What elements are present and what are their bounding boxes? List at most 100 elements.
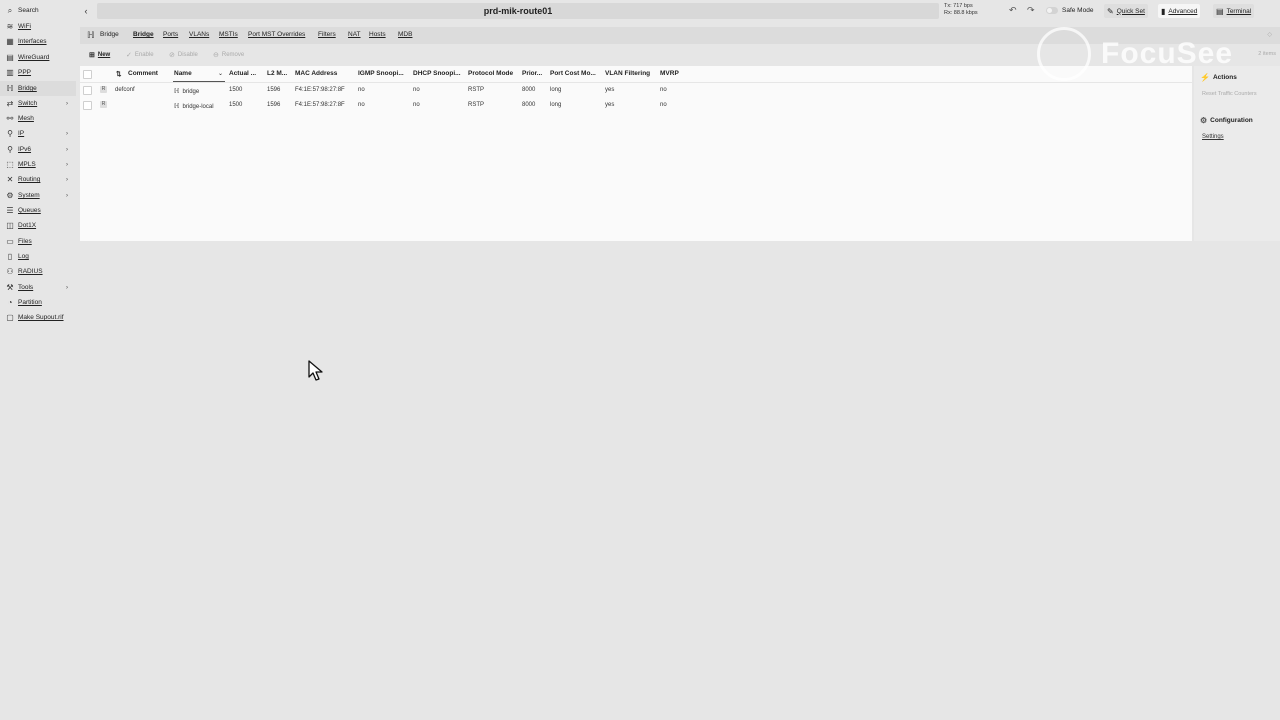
pin-icon[interactable]: ◇ (1267, 31, 1272, 38)
enable-button[interactable]: ✓ Enable (126, 51, 154, 59)
sidebar-item-ipv6[interactable]: ⚲ IPv6 › (0, 142, 76, 157)
cell-vlan-filtering: yes (605, 102, 615, 108)
sort-desc-icon[interactable]: ⌄ (218, 70, 223, 77)
safe-mode-toggle[interactable] (1046, 7, 1058, 14)
sidebar-item-radius[interactable]: ⚇ RADIUS (0, 264, 76, 279)
routing-icon: ✕ (6, 175, 14, 184)
tab-hosts[interactable]: Hosts (369, 31, 386, 38)
advanced-icon: ▮ (1161, 6, 1166, 16)
back-icon[interactable]: ‹ (80, 4, 92, 18)
terminal-button[interactable]: ▤ Terminal (1213, 4, 1255, 18)
bridge-icon: ℍ (174, 103, 180, 110)
col-dhcp-snooping[interactable]: DHCP Snoopi... (413, 70, 461, 77)
chevron-right-icon: › (66, 146, 68, 153)
log-icon: ▯ (7, 252, 13, 261)
tools-icon: ⚒ (6, 283, 14, 292)
sidebar-item-mpls[interactable]: ⬚ MPLS › (0, 157, 76, 172)
sort-icon[interactable]: ⇅ (116, 70, 121, 78)
radius-icon: ⚇ (6, 267, 14, 276)
sidebar-item-mesh[interactable]: ⚯ Mesh (0, 111, 76, 126)
settings-link[interactable]: Settings (1202, 134, 1224, 140)
mpls-icon: ⬚ (6, 160, 14, 169)
ipv6-icon: ⚲ (7, 145, 13, 154)
tab-bridge[interactable]: Bridge (133, 31, 154, 38)
cell-priority: 8000 (522, 102, 536, 108)
table-row[interactable]: R defconf ℍbridge 1500 1596 F4:1E:57:98:… (80, 83, 1192, 98)
system-icon: ⚙ (6, 191, 14, 200)
rx-rate: Rx: 88.8 kbps (944, 10, 978, 16)
col-mvrp[interactable]: MVRP (660, 70, 679, 77)
reset-traffic-counters-link[interactable]: Reset Traffic Counters (1202, 91, 1257, 97)
plus-icon: ⊞ (89, 52, 95, 59)
configuration-icon: ⚙ (1200, 116, 1208, 125)
wand-icon: ✎ (1107, 6, 1114, 16)
quick-set-button[interactable]: ✎ Quick Set (1104, 4, 1148, 18)
sidebar-item-wifi[interactable]: ≋ WiFi (0, 19, 76, 34)
new-button[interactable]: ⊞ New (89, 51, 110, 59)
cell-name: ℍbridge-local (174, 103, 214, 110)
cell-priority: 8000 (522, 87, 536, 93)
sidebar-item-files[interactable]: ▭ Files (0, 234, 76, 249)
sidebar-item-switch[interactable]: ⇄ Switch › (0, 96, 76, 111)
col-mac-address[interactable]: MAC Address (295, 70, 337, 77)
col-port-cost-mode[interactable]: Port Cost Mo... (550, 70, 596, 77)
row-checkbox[interactable] (83, 101, 92, 110)
dot1x-icon: ◫ (6, 221, 14, 230)
sidebar-item-make-supout[interactable]: ▢ Make Supout.rif (0, 310, 76, 325)
menu-title: Bridge (100, 31, 119, 38)
advanced-button[interactable]: ▮ Advanced (1158, 4, 1201, 18)
tab-nat[interactable]: NAT (348, 31, 361, 38)
col-protocol-mode[interactable]: Protocol Mode (468, 70, 513, 77)
interfaces-icon: ▦ (6, 37, 14, 46)
sidebar-item-log[interactable]: ▯ Log (0, 249, 76, 264)
sidebar-item-ip[interactable]: ⚲ IP › (0, 126, 76, 141)
cell-protocol: RSTP (468, 87, 485, 93)
focusee-logo-icon (1037, 27, 1091, 81)
switch-icon: ⇄ (6, 99, 14, 108)
col-actual-mtu[interactable]: Actual ... (229, 70, 256, 77)
table-row[interactable]: R ℍbridge-local 1500 1596 F4:1E:57:98:27… (80, 98, 1192, 113)
bridge-icon: ℍ (174, 88, 180, 95)
chevron-right-icon: › (66, 130, 68, 137)
undo-icon[interactable]: ↶ (1009, 5, 1017, 16)
tab-mstis[interactable]: MSTIs (219, 31, 238, 38)
col-vlan-filtering[interactable]: VLAN Filtering (605, 70, 650, 77)
sidebar-item-search[interactable]: ⌕ Search (0, 3, 76, 18)
row-checkbox[interactable] (83, 86, 92, 95)
sidebar-item-tools[interactable]: ⚒ Tools › (0, 280, 76, 295)
tab-ports[interactable]: Ports (163, 31, 178, 38)
tab-filters[interactable]: Filters (318, 31, 336, 38)
col-name[interactable]: Name (174, 70, 192, 77)
sidebar-item-ppp[interactable]: ▥ PPP (0, 65, 76, 80)
col-comment[interactable]: Comment (128, 70, 158, 77)
disable-button[interactable]: ⊘ Disable (169, 51, 198, 59)
redo-icon[interactable]: ↷ (1027, 5, 1035, 16)
tab-port-mst-overrides[interactable]: Port MST Overrides (248, 31, 305, 38)
sidebar-item-dot1x[interactable]: ◫ Dot1X (0, 218, 76, 233)
sidebar-item-wireguard[interactable]: ▤ WireGuard (0, 50, 76, 65)
watermark-text: FocuSee (1101, 37, 1234, 70)
traffic-stats: Tx: 717 bps Rx: 88.8 kbps (944, 3, 978, 17)
sidebar-item-system[interactable]: ⚙ System › (0, 188, 76, 203)
supout-icon: ▢ (6, 313, 14, 322)
col-igmp-snooping[interactable]: IGMP Snoopi... (358, 70, 404, 77)
select-all-checkbox[interactable] (83, 70, 92, 79)
cell-actual-mtu: 1500 (229, 87, 243, 93)
sidebar-item-bridge[interactable]: ℍ Bridge (0, 81, 76, 96)
tab-mdb[interactable]: MDB (398, 31, 412, 38)
sidebar: ⌕ Search ≋ WiFi ▦ Interfaces ▤ WireGuard… (0, 0, 78, 330)
col-priority[interactable]: Prior... (522, 70, 542, 77)
search-icon: ⌕ (7, 5, 13, 15)
col-l2mtu[interactable]: L2 M... (267, 70, 287, 77)
remove-button[interactable]: ⊖ Remove (213, 51, 244, 59)
tab-vlans[interactable]: VLANs (189, 31, 209, 38)
cell-comment: defconf (115, 87, 135, 93)
cell-dhcp: no (413, 102, 420, 108)
focusee-watermark: FocuSee (1037, 26, 1255, 82)
sidebar-item-interfaces[interactable]: ▦ Interfaces (0, 34, 76, 49)
sidebar-item-routing[interactable]: ✕ Routing › (0, 172, 76, 187)
queues-icon: ☰ (6, 206, 14, 215)
sidebar-item-partition[interactable]: ◔ Partition (0, 295, 76, 310)
remove-icon: ⊖ (213, 52, 219, 59)
sidebar-item-queues[interactable]: ☰ Queues (0, 203, 76, 218)
